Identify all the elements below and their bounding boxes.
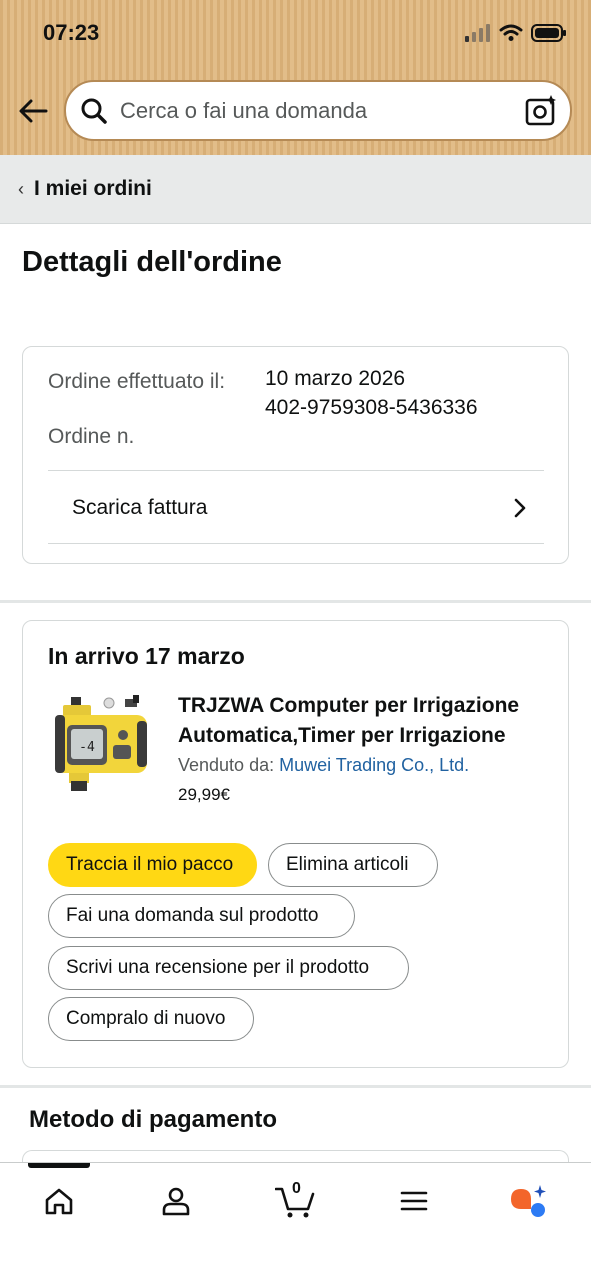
download-invoice-row[interactable]: Scarica fattura — [48, 473, 544, 543]
divider — [48, 470, 544, 471]
payment-method-title: Metodo di pagamento — [29, 1106, 277, 1133]
section-separator — [0, 1085, 591, 1088]
breadcrumb-label[interactable]: I miei ordini — [34, 177, 152, 201]
track-package-button[interactable]: Traccia il mio pacco — [48, 843, 257, 887]
back-arrow-icon[interactable] — [16, 94, 50, 128]
download-invoice-label: Scarica fattura — [72, 496, 208, 519]
search-icon — [81, 98, 107, 124]
assistant-icon — [511, 1185, 546, 1217]
svg-text:-4: -4 — [79, 740, 95, 755]
chevron-right-icon — [514, 498, 526, 518]
camera-search-icon[interactable] — [524, 94, 558, 128]
order-number: 402-9759308-5436336 — [265, 396, 478, 419]
order-date: 10 marzo 2026 — [265, 367, 406, 390]
order-number-label: Ordine n. — [48, 425, 135, 448]
remove-items-button[interactable]: Elimina articoli — [268, 843, 438, 887]
battery-icon — [531, 24, 566, 42]
breadcrumb[interactable]: ‹ I miei ordini — [0, 155, 591, 224]
order-placed-label: Ordine effettuato il: — [48, 370, 226, 393]
divider — [48, 543, 544, 544]
section-separator — [0, 600, 591, 603]
account-icon — [162, 1187, 190, 1216]
status-icons — [465, 24, 567, 42]
product-title[interactable]: TRJZWA Computer per Irrigazione Automati… — [178, 691, 548, 751]
cellular-signal-icon — [465, 24, 490, 42]
active-tab-indicator — [28, 1163, 90, 1168]
chevron-left-icon: ‹ — [18, 178, 24, 199]
product-image[interactable]: -4 — [51, 693, 151, 793]
product-price: 29,99€ — [178, 785, 230, 804]
status-time: 07:23 — [43, 20, 100, 45]
order-summary-card: Ordine effettuato il: Ordine n. 10 marzo… — [22, 346, 569, 564]
wifi-icon — [499, 24, 523, 41]
seller-prefix: Venduto da: — [178, 755, 280, 775]
buy-again-button[interactable]: Compralo di nuovo — [48, 997, 254, 1041]
shipment-card: In arrivo 17 marzo -4 TRJZWA Computer pe… — [22, 620, 569, 1068]
seller-link[interactable]: Muwei Trading Co., Ltd. — [279, 755, 469, 775]
page-title: Dettagli dell'ordine — [22, 246, 282, 278]
nav-assistant[interactable] — [508, 1181, 548, 1221]
nav-account[interactable] — [156, 1181, 196, 1221]
search-bar[interactable]: Cerca o fai una domanda — [64, 80, 572, 141]
home-icon — [45, 1188, 73, 1215]
nav-menu[interactable] — [394, 1181, 434, 1221]
cart-count-badge: 0 — [292, 1180, 301, 1197]
top-header: 07:23 Cerca o fai una domanda — [0, 0, 591, 155]
arrival-date: In arrivo 17 marzo — [48, 643, 245, 669]
ask-question-button[interactable]: Fai una domanda sul prodotto — [48, 894, 355, 938]
seller-info: Venduto da: Muwei Trading Co., Ltd. — [178, 755, 469, 776]
search-input[interactable]: Cerca o fai una domanda — [120, 98, 524, 124]
nav-home[interactable] — [39, 1181, 79, 1221]
menu-icon — [400, 1191, 428, 1211]
write-review-button[interactable]: Scrivi una recensione per il prodotto — [48, 946, 409, 990]
